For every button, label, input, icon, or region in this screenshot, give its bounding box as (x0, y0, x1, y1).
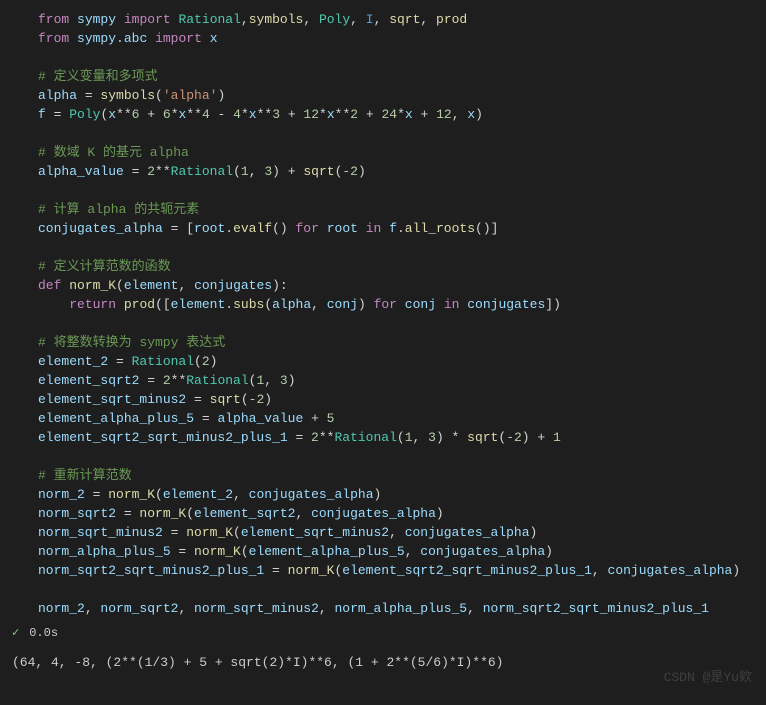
code-line: norm_2 = norm_K(element_2, conjugates_al… (38, 485, 766, 504)
code-line: element_sqrt2_sqrt_minus2_plus_1 = 2**Ra… (38, 428, 766, 447)
code-editor[interactable]: from sympy import Rational,symbols, Poly… (0, 0, 766, 618)
code-line: def norm_K(element, conjugates): (38, 276, 766, 295)
code-comment: # 数域 K 的基元 alpha (38, 143, 766, 162)
code-line: norm_sqrt2_sqrt_minus2_plus_1 = norm_K(e… (38, 561, 766, 580)
code-line: norm_sqrt_minus2 = norm_K(element_sqrt_m… (38, 523, 766, 542)
code-comment: # 定义计算范数的函数 (38, 257, 766, 276)
code-line: element_sqrt_minus2 = sqrt(-2) (38, 390, 766, 409)
code-line: norm_2, norm_sqrt2, norm_sqrt_minus2, no… (38, 599, 766, 618)
code-line: from sympy.abc import x (38, 29, 766, 48)
execution-status: ✓ 0.0s (0, 618, 766, 647)
check-icon: ✓ (12, 624, 19, 643)
code-comment: # 重新计算范数 (38, 466, 766, 485)
code-line: return prod([element.subs(alpha, conj) f… (38, 295, 766, 314)
code-line: alpha_value = 2**Rational(1, 3) + sqrt(-… (38, 162, 766, 181)
code-line: element_sqrt2 = 2**Rational(1, 3) (38, 371, 766, 390)
code-line: norm_sqrt2 = norm_K(element_sqrt2, conju… (38, 504, 766, 523)
code-line: f = Poly(x**6 + 6*x**4 - 4*x**3 + 12*x**… (38, 105, 766, 124)
code-line: norm_alpha_plus_5 = norm_K(element_alpha… (38, 542, 766, 561)
code-line: element_alpha_plus_5 = alpha_value + 5 (38, 409, 766, 428)
code-line: from sympy import Rational,symbols, Poly… (38, 10, 766, 29)
code-line: alpha = symbols('alpha') (38, 86, 766, 105)
code-line: conjugates_alpha = [root.evalf() for roo… (38, 219, 766, 238)
code-comment: # 计算 alpha 的共轭元素 (38, 200, 766, 219)
cell-output: (64, 4, -8, (2**(1/3) + 5 + sqrt(2)*I)**… (0, 647, 766, 680)
code-comment: # 将整数转换为 sympy 表达式 (38, 333, 766, 352)
code-comment: # 定义变量和多项式 (38, 67, 766, 86)
code-line: element_2 = Rational(2) (38, 352, 766, 371)
execution-time: 0.0s (29, 624, 58, 643)
